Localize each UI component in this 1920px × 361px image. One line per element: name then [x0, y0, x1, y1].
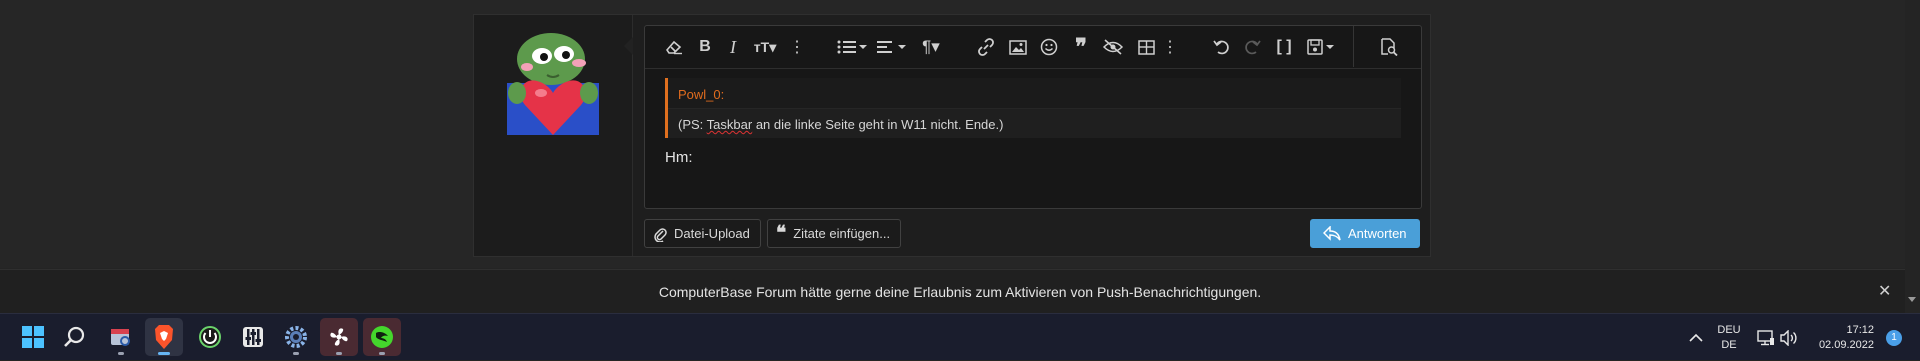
keyboard-layout: DE [1721, 338, 1737, 351]
windows-taskbar: DEU DE 17:12 02.09.2022 1 [0, 313, 1920, 360]
file-upload-label: Datei-Upload [674, 226, 750, 241]
reply-button[interactable]: Antworten [1310, 219, 1420, 248]
app-running-indicator [118, 352, 124, 355]
quote-author[interactable]: Powl_0: [678, 87, 724, 102]
clock[interactable]: 17:12 02.09.2022 [1806, 314, 1874, 361]
insert-quotes-button[interactable]: ❝ Zitate einfügen... [767, 219, 902, 248]
quote-content: (PS: Taskbar an die linke Seite geht in … [678, 117, 1003, 132]
align-icon[interactable] [875, 36, 909, 58]
paragraph-icon[interactable]: ¶▾ [915, 36, 947, 58]
reply-post-block: B I тT▾ ⋮ ¶▾ ❞ ⋮ [] Powl_0: (PS: Taskba… [473, 14, 1431, 257]
insert-quotes-label: Zitate einfügen... [793, 226, 891, 241]
drafts-icon[interactable] [1305, 36, 1337, 58]
quote-icon[interactable]: ❞ [1069, 34, 1093, 59]
clock-time: 17:12 [1846, 323, 1874, 336]
redo-icon[interactable] [1241, 36, 1263, 58]
editor-body-text[interactable]: Hm: [665, 149, 693, 166]
eraser-icon[interactable] [662, 36, 686, 58]
image-icon[interactable] [1007, 36, 1029, 58]
reply-icon [1323, 226, 1341, 241]
spoiler-icon[interactable] [1100, 36, 1126, 58]
language-code: DEU [1717, 323, 1741, 336]
app-running-indicator [336, 352, 342, 355]
notification-center-button[interactable]: 1 [1884, 314, 1904, 361]
preview-icon[interactable] [1376, 36, 1400, 58]
undo-icon[interactable] [1211, 36, 1233, 58]
list-icon[interactable] [835, 36, 869, 58]
search-icon[interactable] [56, 318, 94, 356]
audio-mixer-icon[interactable] [234, 318, 272, 356]
smilie-icon[interactable] [1038, 36, 1060, 58]
toolbar-separator [1353, 26, 1354, 67]
brave-browser-icon[interactable] [145, 318, 183, 356]
more-vertical-icon[interactable]: ⋮ [1162, 36, 1178, 58]
more-vertical-icon[interactable]: ⋮ [789, 36, 805, 58]
user-avatar[interactable] [507, 23, 599, 135]
start-icon[interactable] [14, 318, 52, 356]
text-size-icon[interactable]: тT▾ [748, 36, 782, 58]
italic-icon[interactable]: I [724, 36, 742, 58]
settings-icon[interactable] [277, 318, 315, 356]
scroll-down-icon[interactable] [1908, 297, 1916, 302]
quote-block[interactable]: Powl_0: (PS: Taskbar an die linke Seite … [665, 78, 1401, 138]
bold-icon[interactable]: B [695, 36, 715, 58]
snipping-tool-icon[interactable] [102, 318, 140, 356]
quote-text-start: (PS: [678, 117, 707, 132]
volume-icon[interactable] [1778, 314, 1800, 361]
network-icon[interactable] [1756, 314, 1776, 361]
editor-toolbar: B I тT▾ ⋮ ¶▾ ❞ ⋮ [] [645, 26, 1421, 69]
notification-badge: 1 [1886, 329, 1902, 346]
push-notification-bar: ComputerBase Forum hätte gerne deine Erl… [0, 269, 1920, 314]
language-indicator[interactable]: DEU DE [1715, 314, 1743, 361]
file-upload-button[interactable]: Datei-Upload [644, 219, 761, 248]
bbcode-icon[interactable]: [ ] [1273, 36, 1295, 58]
page-scrollbar[interactable] [1905, 0, 1920, 313]
post-pointer [624, 37, 633, 55]
avatar-column [474, 15, 633, 256]
table-icon[interactable] [1135, 36, 1157, 58]
fan-control-icon[interactable] [320, 318, 358, 356]
razer-icon[interactable] [363, 318, 401, 356]
app-active-indicator [158, 352, 170, 355]
rich-text-editor[interactable]: B I тT▾ ⋮ ¶▾ ❞ ⋮ [] Powl_0: (PS: Taskba… [644, 25, 1422, 209]
app-running-indicator [379, 352, 385, 355]
hwinfo-icon[interactable] [191, 318, 229, 356]
quote-header: Powl_0: [668, 78, 1401, 109]
close-icon[interactable]: ✕ [1878, 281, 1891, 301]
app-running-indicator [293, 352, 299, 355]
reply-label: Antworten [1348, 226, 1407, 241]
quote-text-misspelled: Taskbar [706, 117, 753, 132]
quote-icon: ❝ [776, 223, 787, 244]
clock-date: 02.09.2022 [1818, 338, 1874, 351]
paperclip-icon [654, 227, 667, 242]
forum-page: B I тT▾ ⋮ ¶▾ ❞ ⋮ [] Powl_0: (PS: Taskba… [0, 0, 1920, 268]
link-icon[interactable] [975, 36, 997, 58]
push-notification-text: ComputerBase Forum hätte gerne deine Erl… [658, 284, 1262, 300]
quote-text-end: an die linke Seite geht in W11 nicht. En… [752, 117, 1004, 132]
chevron-up-icon[interactable] [1685, 314, 1707, 361]
